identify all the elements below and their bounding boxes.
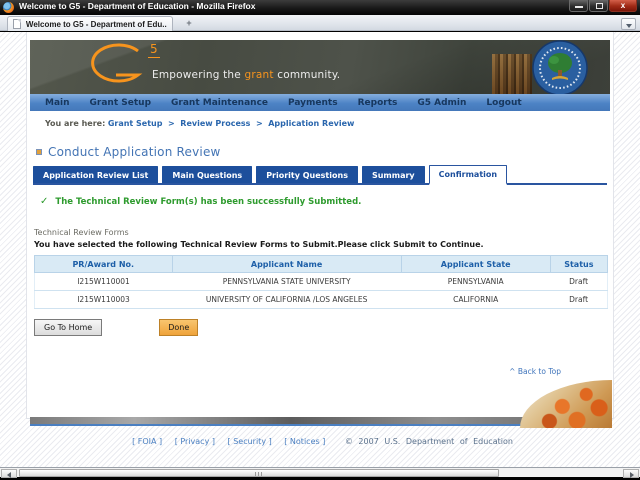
table-header-row: PR/Award No. Applicant Name Applicant St… [34, 255, 609, 273]
cell-applicant-state: CALIFORNIA [401, 290, 551, 309]
restore-icon [596, 3, 603, 9]
scroll-left-button[interactable] [1, 469, 17, 478]
table-row: I215W110003 UNIVERSITY OF CALIFORNIA /LO… [34, 290, 609, 309]
col-header-applicant-state: Applicant State [400, 255, 551, 273]
footer-link-notices[interactable]: [ Notices ] [284, 437, 325, 446]
tagline-highlight: grant [244, 69, 274, 81]
horizontal-scrollbar[interactable] [0, 467, 640, 478]
minimize-icon [575, 6, 583, 8]
breadcrumb-separator: > [255, 119, 263, 128]
heading-bullet-icon [36, 149, 42, 155]
cell-status: Draft [550, 272, 609, 291]
breadcrumb: You are here: Grant Setup > Review Proce… [27, 111, 613, 128]
done-button[interactable]: Done [159, 319, 199, 336]
back-to-top-link[interactable]: ^ Back to Top [27, 367, 561, 376]
cell-pr-award: I215W110001 [34, 272, 173, 291]
tab-application-review-list[interactable]: Application Review List [33, 166, 159, 183]
page-title: Conduct Application Review [48, 145, 221, 159]
browser-tabbar: Welcome to G5 - Department of Edu... + [0, 15, 640, 31]
review-tabstrip: Application Review List Main Questions P… [33, 165, 607, 185]
tagline-post: community. [277, 69, 341, 81]
breadcrumb-review-process[interactable]: Review Process [180, 119, 250, 128]
page-viewport: 5 Empowering the grant community. Main G… [0, 32, 640, 467]
footer-link-privacy[interactable]: [ Privacy ] [175, 437, 215, 446]
cell-applicant-name: PENNSYLVANIA STATE UNIVERSITY [172, 272, 402, 291]
cell-status: Draft [550, 290, 609, 309]
tab-list-dropdown-button[interactable] [621, 18, 636, 30]
breadcrumb-application-review[interactable]: Application Review [268, 119, 354, 128]
nav-item-payments[interactable]: Payments [278, 98, 348, 108]
nav-item-reports[interactable]: Reports [348, 98, 408, 108]
window-titlebar[interactable]: Welcome to G5 - Department of Education … [0, 0, 640, 15]
maximize-button[interactable] [589, 0, 608, 12]
nav-item-grant-setup[interactable]: Grant Setup [80, 98, 161, 108]
col-header-status: Status [549, 255, 609, 273]
copyright-text: © 2007 U.S. Department of Education [344, 437, 513, 446]
success-message-row: ✓ The Technical Review Form(s) has been … [40, 196, 613, 207]
review-forms-table: PR/Award No. Applicant Name Applicant St… [34, 255, 609, 309]
page-heading-row: Conduct Application Review [36, 145, 613, 159]
footer-link-foia[interactable]: [ FOIA ] [132, 437, 162, 446]
bookshelf-photo [492, 54, 532, 94]
nav-item-grant-maintenance[interactable]: Grant Maintenance [161, 98, 278, 108]
table-row: I215W110001 PENNSYLVANIA STATE UNIVERSIT… [34, 272, 609, 291]
g5-logo-number: 5 [148, 42, 160, 58]
main-navigation: Main Grant Setup Grant Maintenance Payme… [30, 94, 610, 111]
g5-logo-icon [91, 43, 143, 83]
bottom-decoration [27, 380, 613, 428]
success-check-icon: ✓ [40, 196, 49, 207]
arrow-left-icon [7, 472, 11, 478]
browser-tab-title: Welcome to G5 - Department of Edu... [25, 19, 167, 29]
page-content: 5 Empowering the grant community. Main G… [26, 32, 614, 446]
page-footer: [ FOIA ] [ Privacy ] [ Security ] [ Noti… [27, 437, 613, 446]
firefox-icon [3, 2, 14, 13]
cell-pr-award: I215W110003 [34, 290, 173, 309]
tab-summary[interactable]: Summary [361, 166, 425, 183]
chevron-down-icon [626, 24, 632, 28]
site-banner: 5 Empowering the grant community. [30, 40, 610, 94]
success-message: The Technical Review Form(s) has been su… [55, 196, 362, 207]
tab-confirmation[interactable]: Confirmation [428, 165, 508, 185]
col-header-applicant-name: Applicant Name [171, 255, 402, 273]
nav-item-logout[interactable]: Logout [476, 98, 531, 108]
breadcrumb-separator: > [168, 119, 175, 128]
window-title: Welcome to G5 - Department of Education … [19, 1, 256, 11]
breadcrumb-grant-setup[interactable]: Grant Setup [108, 119, 163, 128]
tab-priority-questions[interactable]: Priority Questions [256, 166, 358, 183]
close-button[interactable]: x [609, 0, 637, 12]
browser-window: Welcome to G5 - Department of Education … [0, 0, 640, 480]
col-header-pr-award: PR/Award No. [34, 255, 173, 273]
nav-item-main[interactable]: Main [35, 98, 80, 108]
section-label: Technical Review Forms [34, 228, 129, 237]
arrow-right-icon [630, 472, 634, 478]
browser-tab[interactable]: Welcome to G5 - Department of Edu... [7, 16, 173, 31]
classroom-photo [520, 380, 612, 428]
page-favicon-icon [13, 19, 21, 29]
action-buttons: Go To Home Done [34, 319, 613, 336]
close-icon: x [620, 1, 626, 10]
tab-main-questions[interactable]: Main Questions [162, 166, 253, 183]
window-controls: x [568, 0, 637, 12]
go-to-home-button[interactable]: Go To Home [34, 319, 103, 336]
tagline-pre: Empowering the [152, 69, 241, 81]
footer-link-security[interactable]: [ Security ] [228, 437, 272, 446]
banner-tagline: Empowering the grant community. [152, 69, 340, 81]
breadcrumb-prefix: You are here: [45, 119, 106, 128]
scroll-right-button[interactable] [623, 469, 639, 478]
instruction-text: You have selected the following Technica… [34, 240, 484, 249]
cell-applicant-state: PENNSYLVANIA [401, 272, 551, 291]
scrollbar-thumb[interactable] [19, 469, 499, 477]
cell-applicant-name: UNIVERSITY OF CALIFORNIA /LOS ANGELES [172, 290, 402, 309]
nav-item-g5-admin[interactable]: G5 Admin [407, 98, 476, 108]
new-tab-button[interactable]: + [181, 18, 197, 29]
department-of-education-seal-icon [532, 40, 588, 94]
minimize-button[interactable] [569, 0, 588, 12]
